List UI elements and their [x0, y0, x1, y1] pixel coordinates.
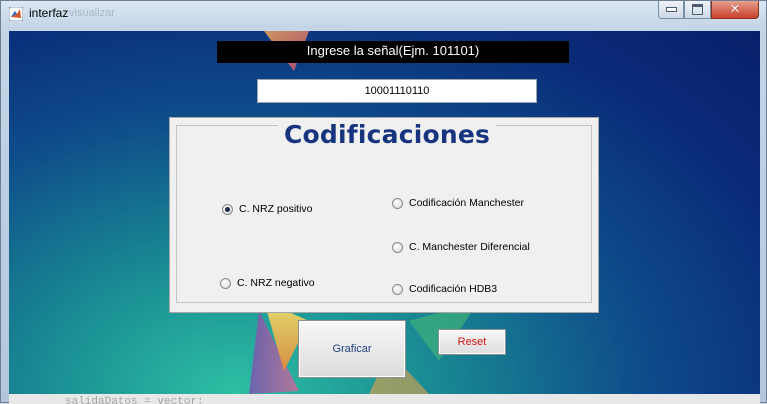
- radio-label: C. NRZ negativo: [237, 277, 315, 289]
- app-window: interfaz visualizar ✕ Ingrese la señal(E…: [0, 0, 767, 404]
- title-bar[interactable]: interfaz visualizar ✕: [1, 1, 766, 27]
- minimize-button[interactable]: [658, 1, 684, 19]
- close-button[interactable]: ✕: [711, 1, 759, 19]
- radio-manchester-differential[interactable]: C. Manchester Diferencial: [392, 241, 530, 253]
- background-tab-label: visualizar: [69, 7, 115, 19]
- reset-button[interactable]: Reset: [438, 329, 506, 355]
- figure-canvas: Ingrese la señal(Ejm. 101101) Codificaci…: [9, 31, 760, 394]
- signal-input[interactable]: [257, 79, 537, 103]
- maximize-icon: [692, 4, 703, 15]
- radio-unselected-icon: [392, 283, 403, 295]
- close-icon: ✕: [729, 2, 741, 17]
- radio-unselected-icon: [392, 241, 403, 253]
- radio-nrz-negative[interactable]: C. NRZ negativo: [220, 277, 315, 289]
- radio-nrz-positive[interactable]: C. NRZ positivo: [222, 203, 313, 215]
- matlab-logo-icon: [9, 7, 23, 21]
- radio-label: Codificación Manchester: [409, 197, 524, 209]
- radio-unselected-icon: [392, 197, 403, 209]
- encoding-panel: Codificaciones C. NRZ positivo C. NRZ ne…: [169, 117, 599, 313]
- radio-selected-icon: [222, 203, 233, 215]
- signal-prompt-label: Ingrese la señal(Ejm. 101101): [217, 41, 569, 63]
- minimize-icon: [665, 7, 677, 12]
- graficar-button[interactable]: Graficar: [298, 320, 406, 378]
- radio-label: C. NRZ positivo: [239, 203, 313, 215]
- radio-label: C. Manchester Diferencial: [409, 241, 530, 253]
- radio-unselected-icon: [220, 277, 231, 289]
- window-title: interfaz: [29, 6, 69, 20]
- radio-hdb3[interactable]: Codificación HDB3: [392, 283, 497, 295]
- panel-title: Codificaciones: [278, 120, 497, 150]
- radio-label: Codificación HDB3: [409, 283, 498, 295]
- radio-manchester[interactable]: Codificación Manchester: [392, 197, 524, 209]
- maximize-button[interactable]: [684, 1, 711, 19]
